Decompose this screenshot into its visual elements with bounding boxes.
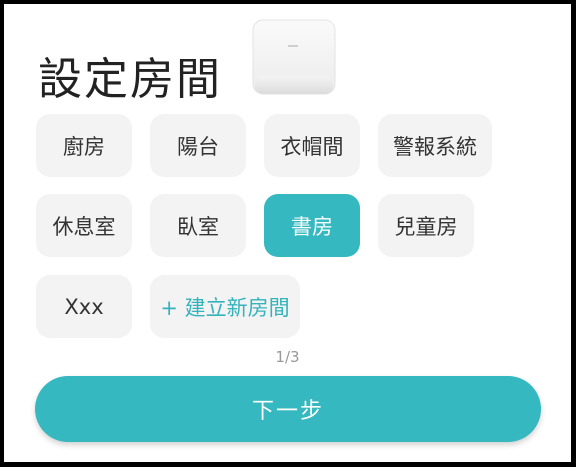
room-chip-kids-room[interactable]: 兒童房 <box>378 194 474 257</box>
room-chip-study[interactable]: 書房 <box>264 194 360 257</box>
hub-device-icon <box>248 18 338 98</box>
room-chip-balcony[interactable]: 陽台 <box>150 114 246 177</box>
dialog-panel: 設定房間 廚房 陽台 衣帽間 警報系統 休息室 臥室 書房 兒童房 Xxx + … <box>4 4 571 462</box>
page-indicator: 1/3 <box>275 348 300 366</box>
room-chip-lounge[interactable]: 休息室 <box>36 194 132 257</box>
room-chip-kitchen[interactable]: 廚房 <box>36 114 132 177</box>
room-chip-cloakroom[interactable]: 衣帽間 <box>264 114 360 177</box>
room-chip-bedroom[interactable]: 臥室 <box>150 194 246 257</box>
add-room-button[interactable]: + 建立新房間 <box>150 275 300 338</box>
next-button[interactable]: 下一步 <box>35 376 541 442</box>
room-chip-xxx[interactable]: Xxx <box>36 275 132 338</box>
room-chip-alarm-system[interactable]: 警報系統 <box>378 114 492 177</box>
page-title: 設定房間 <box>38 54 222 105</box>
